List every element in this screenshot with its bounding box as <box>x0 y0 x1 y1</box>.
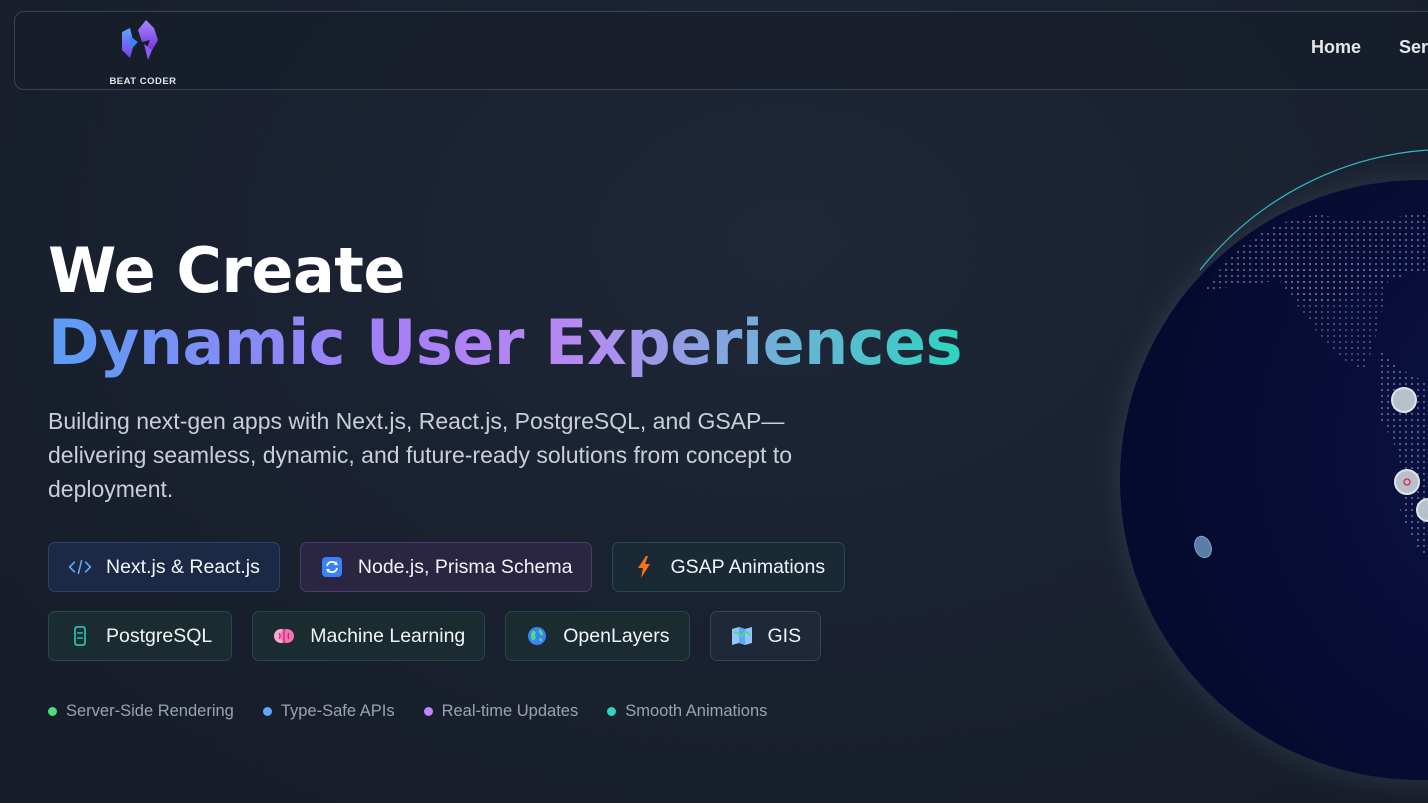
feature-item: Server-Side Rendering <box>48 702 234 721</box>
chip-gis[interactable]: GIS <box>709 611 822 661</box>
database-icon <box>68 624 92 648</box>
hero-subtitle: Building next-gen apps with Next.js, Rea… <box>48 408 793 502</box>
map-icon <box>730 624 754 648</box>
feature-item: Smooth Animations <box>607 702 767 721</box>
feature-label: Smooth Animations <box>625 702 768 720</box>
lightning-icon <box>632 555 656 579</box>
logo[interactable]: BEAT CODER <box>100 20 186 87</box>
nav-link-home[interactable]: Home <box>1311 37 1361 58</box>
hero-heading: We Create Dynamic User Experiences <box>48 234 963 380</box>
green-dot-icon <box>48 707 57 716</box>
chip-label: PostgreSQL <box>106 624 213 647</box>
chip-machine-learning[interactable]: Machine Learning <box>252 611 486 661</box>
chip-node-prisma[interactable]: Node.js, Prisma Schema <box>299 542 593 592</box>
purple-dot-icon <box>423 707 433 716</box>
code-icon <box>68 555 92 579</box>
blue-dot-icon <box>262 707 272 716</box>
hero-title-line2: Dynamic User Experiences <box>48 306 963 379</box>
feature-label: Real-time Updates <box>441 702 579 720</box>
chip-label: GSAP Animations <box>670 555 826 578</box>
chip-gsap[interactable]: GSAP Animations <box>612 542 846 592</box>
refresh-icon <box>320 555 344 579</box>
chip-label: Next.js & React.js <box>106 555 260 578</box>
tech-chips-row-1: Next.js & React.js Node.js, Prisma Schem… <box>48 542 846 592</box>
chip-label: Node.js, Prisma Schema <box>357 555 573 578</box>
feature-list: Server-Side Rendering Type-Safe APIs Rea… <box>48 702 767 721</box>
teal-dot-icon <box>607 707 617 716</box>
feature-item: Real-time Updates <box>423 702 579 721</box>
hero-title-line1: We Create <box>48 234 405 307</box>
feature-item: Type-Safe APIs <box>262 702 395 721</box>
feature-label: Server-Side Rendering <box>66 702 234 720</box>
logo-mark-icon <box>122 20 158 60</box>
feature-label: Type-Safe APIs <box>280 702 395 720</box>
chip-label: OpenLayers <box>563 624 670 647</box>
globe-visual[interactable] <box>1080 130 1428 803</box>
chip-label: Machine Learning <box>310 624 466 647</box>
main-nav: Home Services <box>1311 37 1428 58</box>
chip-nextjs-react[interactable]: Next.js & React.js <box>48 542 280 592</box>
logo-text: BEAT CODER <box>109 76 177 87</box>
chip-postgresql[interactable]: PostgreSQL <box>48 611 233 661</box>
globe-icon <box>525 624 549 648</box>
tech-chips-row-2: PostgreSQL Machine Learning OpenLayers G… <box>48 611 822 661</box>
brain-icon <box>272 624 296 648</box>
navbar: BEAT CODER Home Services <box>14 11 1428 90</box>
chip-label: GIS <box>767 624 802 647</box>
nav-link-services[interactable]: Services <box>1399 37 1428 58</box>
chip-openlayers[interactable]: OpenLayers <box>505 611 690 661</box>
globe-graphic <box>1090 149 1428 803</box>
